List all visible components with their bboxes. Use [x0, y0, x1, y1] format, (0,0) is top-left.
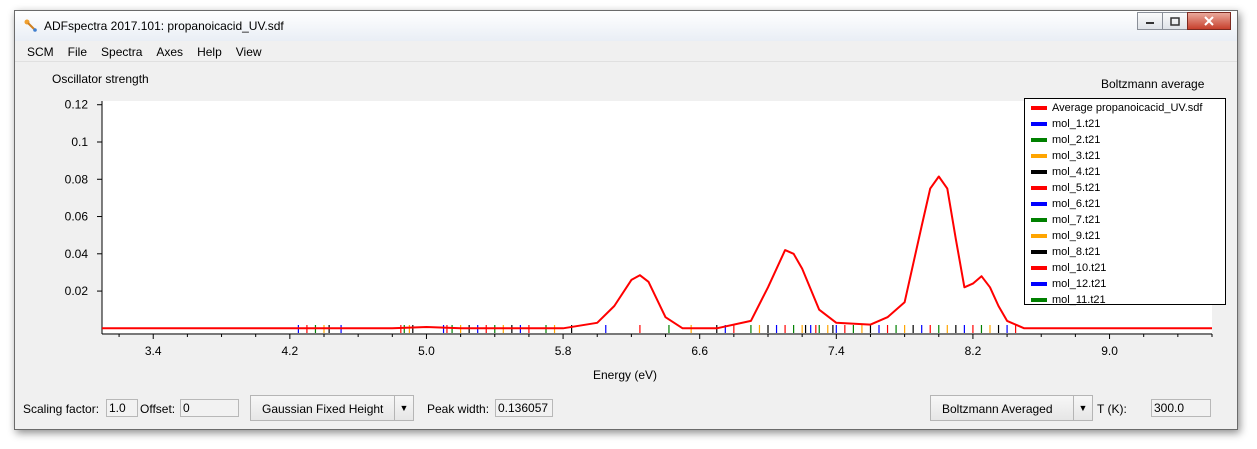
legend-item: mol_6.t21 — [1031, 196, 1100, 212]
legend-label: mol_3.t21 — [1052, 150, 1101, 162]
legend-swatch — [1031, 298, 1047, 302]
x-tick-label: 6.6 — [691, 344, 708, 358]
legend-item: mol_3.t21 — [1031, 148, 1100, 164]
legend-swatch — [1031, 250, 1047, 254]
legend-item: mol_8.t21 — [1031, 244, 1100, 260]
legend-swatch — [1031, 202, 1047, 206]
legend-label: mol_7.t21 — [1052, 214, 1101, 226]
legend-label: mol_2.t21 — [1052, 134, 1101, 146]
offset-input[interactable]: 0 — [180, 399, 239, 417]
legend-item: mol_12.t21 — [1031, 276, 1106, 292]
lineshape-value: Gaussian Fixed Height — [262, 402, 384, 416]
legend-item: mol_2.t21 — [1031, 132, 1100, 148]
legend-label: mol_4.t21 — [1052, 166, 1101, 178]
y-tick-label: 0.12 — [65, 98, 89, 112]
x-tick-label: 5.8 — [555, 344, 572, 358]
scaling-factor-input[interactable]: 1.0 — [106, 399, 138, 417]
app-window: ADFspectra 2017.101: propanoicacid_UV.sd… — [14, 10, 1238, 430]
legend-item: mol_7.t21 — [1031, 212, 1100, 228]
legend-swatch — [1031, 138, 1047, 142]
y-tick-label: 0.02 — [65, 284, 89, 298]
chevron-down-icon: ▼ — [394, 396, 413, 420]
legend-item: mol_5.t21 — [1031, 180, 1100, 196]
x-tick-label: 8.2 — [965, 344, 982, 358]
legend-item: Average propanoicacid_UV.sdf — [1031, 100, 1202, 116]
legend-label: mol_5.t21 — [1052, 182, 1101, 194]
legend-item: mol_11.t21 — [1031, 292, 1106, 308]
legend-label: mol_10.t21 — [1052, 262, 1107, 274]
legend-label: mol_11.t21 — [1052, 294, 1106, 306]
legend-swatch — [1031, 266, 1047, 270]
legend-swatch — [1031, 218, 1047, 222]
averaging-select[interactable]: Boltzmann Averaged ▼ — [930, 395, 1093, 421]
scaling-factor-label: Scaling factor: — [23, 402, 100, 416]
peak-width-label: Peak width: — [427, 402, 490, 416]
legend-swatch — [1031, 170, 1047, 174]
legend-label: Average propanoicacid_UV.sdf — [1052, 102, 1203, 114]
temperature-input[interactable]: 300.0 — [1151, 399, 1211, 417]
chevron-down-icon: ▼ — [1073, 396, 1092, 420]
x-tick-label: 9.0 — [1101, 344, 1118, 358]
averaging-value: Boltzmann Averaged — [942, 402, 1053, 416]
x-tick-label: 5.0 — [418, 344, 435, 358]
legend-label: mol_9.t21 — [1052, 230, 1101, 242]
legend-item: mol_1.t21 — [1031, 116, 1100, 132]
legend-swatch — [1031, 234, 1047, 238]
y-tick-label: 0.06 — [65, 210, 89, 224]
legend-swatch — [1031, 106, 1047, 110]
legend-item: mol_10.t21 — [1031, 260, 1106, 276]
legend-swatch — [1031, 186, 1047, 190]
status-bar: Scaling factor: 1.0 Offset: 0 Gaussian F… — [15, 395, 1237, 429]
x-tick-label: 3.4 — [145, 344, 162, 358]
legend-label: mol_8.t21 — [1052, 246, 1101, 258]
legend-swatch — [1031, 154, 1047, 158]
legend-swatch — [1031, 282, 1047, 286]
peak-width-input[interactable]: 0.136057 — [495, 399, 553, 417]
temperature-label: T (K): — [1097, 402, 1127, 416]
legend-swatch — [1031, 122, 1047, 126]
legend: Average propanoicacid_UV.sdf mol_1.t21mol… — [1024, 98, 1226, 308]
x-tick-label: 7.4 — [828, 344, 845, 358]
legend-label: mol_1.t21 — [1052, 118, 1101, 130]
lineshape-select[interactable]: Gaussian Fixed Height ▼ — [250, 395, 414, 421]
y-tick-label: 0.04 — [65, 247, 89, 261]
offset-label: Offset: — [140, 402, 176, 416]
legend-label: mol_12.t21 — [1052, 278, 1107, 290]
x-axis-label: Energy (eV) — [593, 368, 658, 382]
legend-item: mol_9.t21 — [1031, 228, 1100, 244]
y-tick-label: 0.1 — [71, 135, 88, 149]
x-tick-label: 4.2 — [282, 344, 299, 358]
legend-item: mol_4.t21 — [1031, 164, 1100, 180]
y-tick-label: 0.08 — [65, 172, 89, 186]
legend-label: mol_6.t21 — [1052, 198, 1101, 210]
